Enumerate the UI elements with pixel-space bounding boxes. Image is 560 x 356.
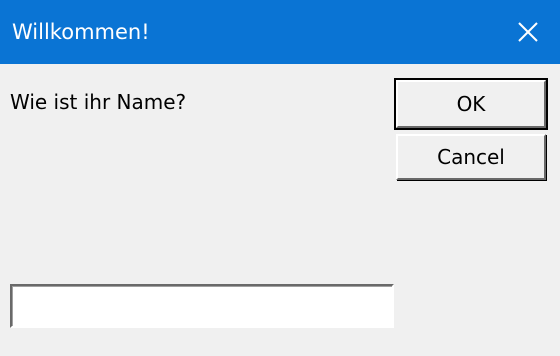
cancel-button[interactable]: Cancel [396, 134, 546, 180]
dialog-window: Willkommen! Wie ist ihr Name? OK Cancel [0, 0, 560, 356]
ok-button[interactable]: OK [394, 78, 548, 130]
window-title: Willkommen! [12, 20, 150, 44]
close-icon [518, 22, 538, 42]
title-bar[interactable]: Willkommen! [0, 0, 560, 64]
prompt-label: Wie ist ihr Name? [10, 90, 187, 114]
close-button[interactable] [496, 0, 560, 64]
name-input[interactable] [10, 284, 394, 328]
